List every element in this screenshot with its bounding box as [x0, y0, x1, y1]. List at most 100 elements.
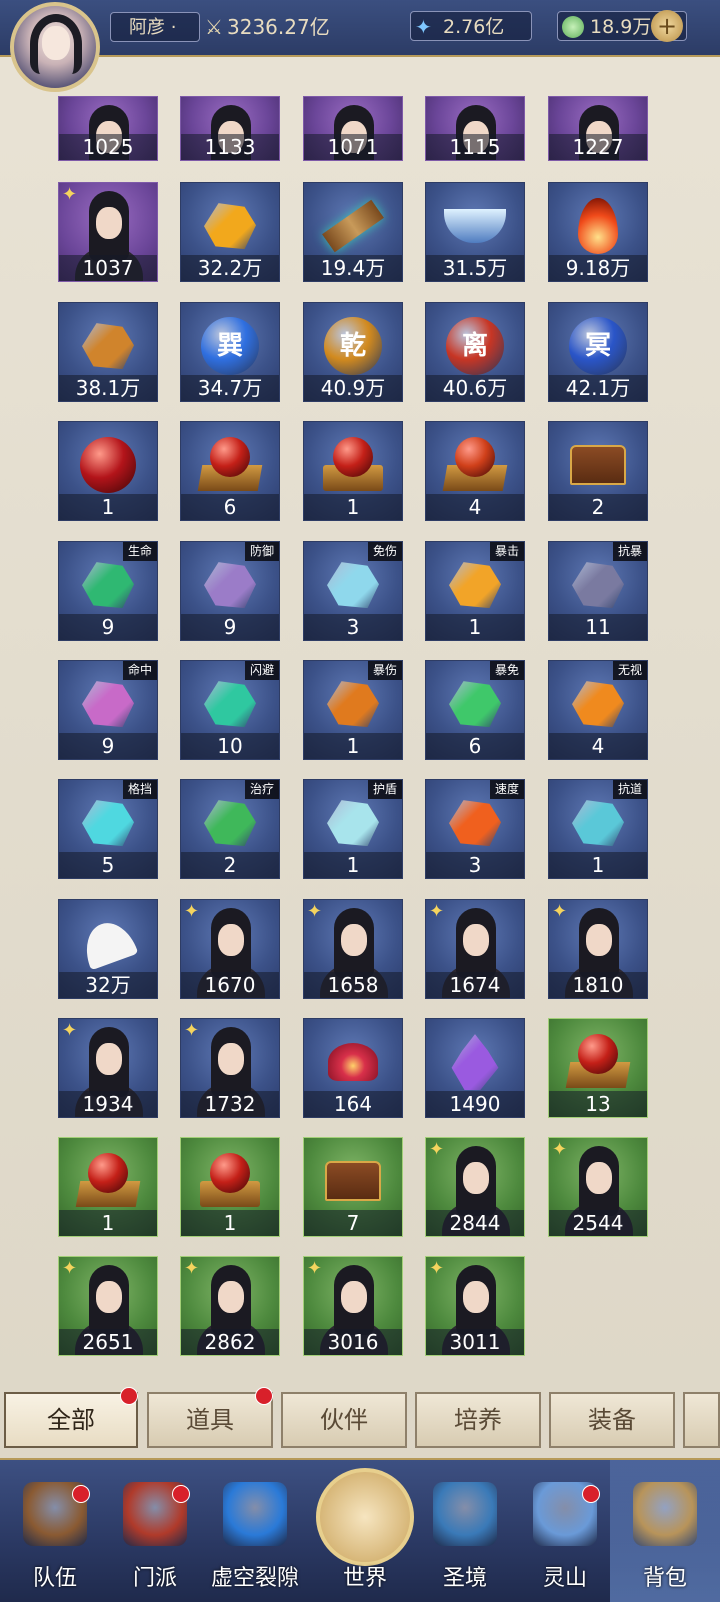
nav-label: 世界	[342, 1566, 387, 1591]
inventory-item[interactable]: ✦ 1934	[58, 1018, 158, 1118]
inventory-item[interactable]: 抗道 1	[548, 779, 648, 879]
inventory-item[interactable]: ✦ 2862	[180, 1256, 280, 1356]
item-count: 19.4万	[304, 255, 402, 281]
attribute-tag: 闪避	[244, 661, 279, 680]
notification-dot	[120, 1387, 138, 1405]
inventory-item[interactable]: 1071	[303, 96, 403, 161]
inventory-item[interactable]: 7	[303, 1137, 403, 1237]
currency-crystal[interactable]: ✦ 2.76亿	[410, 11, 532, 41]
inventory-item[interactable]: 1025	[58, 96, 158, 161]
inventory-item[interactable]: ✦ 1674	[425, 899, 525, 999]
orb-in-box-icon	[321, 435, 385, 495]
tab-overflow-edge	[683, 1392, 720, 1448]
item-count: 34.7万	[181, 375, 279, 401]
tab-4[interactable]: 装备	[549, 1392, 675, 1448]
nav-label: 虚空裂隙	[210, 1566, 299, 1591]
inventory-item[interactable]: 免伤 3	[303, 541, 403, 641]
avatar-face	[42, 26, 70, 60]
inventory-item[interactable]: 1133	[180, 96, 280, 161]
inventory-item[interactable]: 9.18万	[548, 182, 648, 282]
nav-team[interactable]: 队伍	[0, 1460, 110, 1602]
inventory-item[interactable]: 1	[58, 421, 158, 521]
inventory-item[interactable]: ✦ 1810	[548, 899, 648, 999]
inventory-item[interactable]: ✦ 2844	[425, 1137, 525, 1237]
item-count: 1	[304, 852, 402, 878]
add-currency-button[interactable]: +	[651, 10, 683, 42]
fragment-badge-icon: ✦	[307, 901, 323, 922]
combat-power-icon: ⚔	[205, 15, 223, 39]
tab-2[interactable]: 伙伴	[281, 1392, 407, 1448]
inventory-item[interactable]: 命中 9	[58, 660, 158, 760]
gem-icon	[204, 203, 256, 250]
inventory-item[interactable]: 32万	[58, 899, 158, 999]
inventory-item[interactable]: 31.5万	[425, 182, 525, 282]
inventory-item[interactable]: 38.1万	[58, 302, 158, 402]
inventory-item[interactable]: 暴伤 1	[303, 660, 403, 760]
gem-icon	[572, 562, 624, 609]
inventory-item[interactable]: 1	[58, 1137, 158, 1237]
nav-sect[interactable]: 门派	[100, 1460, 210, 1602]
item-count: 3016	[304, 1329, 402, 1355]
inventory-item[interactable]: 护盾 1	[303, 779, 403, 879]
orb-on-plate-icon	[442, 435, 508, 495]
gem-icon	[449, 681, 501, 728]
inventory-item[interactable]: 32.2万	[180, 182, 280, 282]
inventory-item[interactable]: 1227	[548, 96, 648, 161]
inventory-item[interactable]: 暴免 6	[425, 660, 525, 760]
gem-icon	[327, 681, 379, 728]
nav-world[interactable]: 世界	[310, 1460, 420, 1602]
inventory-item[interactable]: 闪避 10	[180, 660, 280, 760]
inventory-item[interactable]: 格挡 5	[58, 779, 158, 879]
attribute-tag: 命中	[122, 661, 157, 680]
player-avatar[interactable]	[10, 2, 100, 92]
inventory-item[interactable]: 1	[303, 421, 403, 521]
inventory-item[interactable]: 速度 3	[425, 779, 525, 879]
world-icon	[316, 1468, 414, 1566]
tab-1[interactable]: 道具	[147, 1392, 273, 1448]
inventory-item[interactable]: ✦ 2651	[58, 1256, 158, 1356]
tab-0[interactable]: 全部	[4, 1392, 138, 1448]
inventory-item[interactable]: ✦ 1658	[303, 899, 403, 999]
inventory-item[interactable]: 1	[180, 1137, 280, 1237]
inventory-item[interactable]: 19.4万	[303, 182, 403, 282]
attribute-tag: 抗道	[612, 780, 647, 799]
fragment-badge-icon: ✦	[184, 1020, 200, 1041]
inventory-item[interactable]: 2	[548, 421, 648, 521]
inventory-item[interactable]: 冥 42.1万	[548, 302, 648, 402]
inventory-item[interactable]: 治疗 2	[180, 779, 280, 879]
inventory-item[interactable]: 164	[303, 1018, 403, 1118]
fragment-badge-icon: ✦	[429, 1258, 445, 1279]
inventory-item[interactable]: 1115	[425, 96, 525, 161]
orb-in-box-icon	[198, 1151, 262, 1211]
inventory-item[interactable]: ✦ 2544	[548, 1137, 648, 1237]
inventory-item[interactable]: 无视 4	[548, 660, 648, 760]
inventory-item[interactable]: 6	[180, 421, 280, 521]
inventory-item[interactable]: ✦ 1037	[58, 182, 158, 282]
item-count: 1490	[426, 1091, 524, 1117]
ginkgo-leaf-icon	[77, 915, 139, 971]
item-count: 1227	[549, 134, 647, 160]
nav-backpack[interactable]: 背包	[610, 1460, 720, 1602]
inventory-item[interactable]: ✦ 1670	[180, 899, 280, 999]
inventory-item[interactable]: ✦ 3016	[303, 1256, 403, 1356]
inventory-item[interactable]: 防御 9	[180, 541, 280, 641]
inventory-item[interactable]: 暴击 1	[425, 541, 525, 641]
gem-icon	[82, 681, 134, 728]
nav-rift[interactable]: 虚空裂隙	[200, 1460, 310, 1602]
inventory-item[interactable]: 生命 9	[58, 541, 158, 641]
attribute-tag: 抗暴	[612, 542, 647, 561]
nav-mountain[interactable]: 灵山	[510, 1460, 620, 1602]
tab-3[interactable]: 培养	[415, 1392, 541, 1448]
inventory-item[interactable]: 1490	[425, 1018, 525, 1118]
red-orb-icon	[80, 437, 136, 494]
inventory-item[interactable]: 巽 34.7万	[180, 302, 280, 402]
inventory-item[interactable]: ✦ 3011	[425, 1256, 525, 1356]
inventory-item[interactable]: 乾 40.9万	[303, 302, 403, 402]
inventory-item[interactable]: 抗暴 11	[548, 541, 648, 641]
inventory-item[interactable]: ✦ 1732	[180, 1018, 280, 1118]
inventory-item[interactable]: 13	[548, 1018, 648, 1118]
tab-label: 道具	[186, 1406, 234, 1434]
nav-sanctum[interactable]: 圣境	[410, 1460, 520, 1602]
inventory-item[interactable]: 离 40.6万	[425, 302, 525, 402]
inventory-item[interactable]: 4	[425, 421, 525, 521]
